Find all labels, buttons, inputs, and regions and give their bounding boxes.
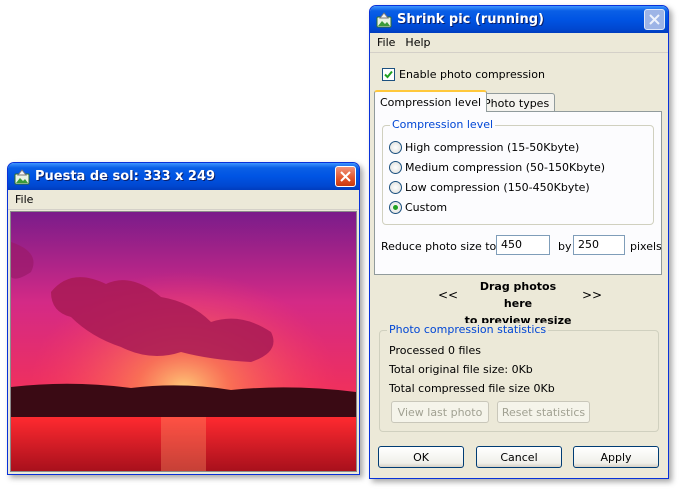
radio-high-label: High compression (15-50Kbyte)	[405, 141, 580, 154]
shrink-pic-title: Shrink pic (running)	[397, 12, 544, 27]
drag-drop-area[interactable]: Drag photos here to preview resize	[464, 278, 572, 329]
radio-custom-label: Custom	[405, 201, 448, 214]
cancel-button[interactable]: Cancel	[476, 446, 562, 468]
reduce-size-label: Reduce photo size to	[381, 240, 497, 253]
radio-button[interactable]	[389, 141, 402, 154]
radio-selected-dot	[393, 205, 398, 210]
app-icon	[14, 168, 30, 184]
width-input[interactable]: 450	[496, 235, 550, 255]
radio-button[interactable]	[389, 161, 402, 174]
menu-file[interactable]: File	[372, 36, 400, 49]
image-viewer-titlebar[interactable]: Puesta de sol: 333 x 249	[8, 163, 359, 190]
shrink-pic-menubar: File Help	[370, 33, 668, 53]
radio-button[interactable]	[389, 181, 402, 194]
stats-group: Photo compression statistics Processed 0…	[379, 323, 659, 432]
radio-high[interactable]: High compression (15-50Kbyte)	[389, 141, 579, 154]
stats-legend: Photo compression statistics	[387, 323, 549, 336]
app-icon	[376, 11, 392, 27]
compression-tab-panel: Compression level High compression (15-5…	[374, 111, 662, 275]
apply-button[interactable]: Apply	[573, 446, 659, 468]
close-button[interactable]	[335, 166, 356, 187]
left-arrow-label: <<	[438, 288, 459, 302]
processed-count: Processed 0 files	[389, 344, 481, 357]
radio-medium[interactable]: Medium compression (50-150Kbyte)	[389, 161, 605, 174]
height-input[interactable]: 250	[573, 235, 625, 255]
right-arrow-label: >>	[582, 288, 603, 302]
enable-compression-row[interactable]: Enable photo compression	[382, 68, 545, 81]
image-viewer-window: Puesta de sol: 333 x 249 File	[7, 162, 360, 475]
original-size: Total original file size: 0Kb	[389, 363, 533, 376]
compression-level-legend: Compression level	[390, 118, 496, 131]
reset-statistics-button[interactable]: Reset statistics	[497, 401, 590, 423]
tab-photo-types[interactable]: Photo types	[478, 93, 556, 113]
tab-compression-level-label: Compression level	[380, 95, 482, 109]
radio-low[interactable]: Low compression (150-450Kbyte)	[389, 181, 590, 194]
radio-button[interactable]	[389, 201, 402, 214]
pixels-label: pixels	[630, 240, 662, 253]
sunset-photo	[10, 211, 357, 472]
by-label: by	[558, 240, 572, 253]
close-button[interactable]	[644, 9, 665, 30]
radio-low-label: Low compression (150-450Kbyte)	[405, 181, 590, 194]
compressed-size: Total compressed file size 0Kb	[389, 382, 555, 395]
ok-button[interactable]: OK	[378, 446, 464, 468]
shrink-pic-titlebar[interactable]: Shrink pic (running)	[370, 6, 668, 33]
radio-custom[interactable]: Custom	[389, 201, 447, 214]
drag-text-line1: Drag photos here	[479, 280, 557, 310]
tab-photo-types-label: Photo types	[484, 97, 550, 110]
menu-file[interactable]: File	[10, 193, 38, 206]
image-viewer-menubar: File	[8, 190, 359, 210]
close-icon	[649, 14, 660, 25]
enable-compression-checkbox[interactable]	[382, 68, 395, 81]
shrink-pic-window: Shrink pic (running) File Help Enable ph…	[369, 5, 669, 479]
checkmark-icon	[384, 70, 393, 79]
tab-compression-level[interactable]: Compression level	[374, 90, 488, 112]
radio-medium-label: Medium compression (50-150Kbyte)	[405, 161, 606, 174]
menu-help[interactable]: Help	[400, 36, 435, 49]
enable-compression-label: Enable photo compression	[399, 68, 545, 81]
compression-level-group: Compression level High compression (15-5…	[382, 118, 654, 225]
close-icon	[340, 171, 351, 182]
view-last-photo-button[interactable]: View last photo	[391, 401, 489, 423]
image-viewer-title: Puesta de sol: 333 x 249	[35, 169, 216, 184]
